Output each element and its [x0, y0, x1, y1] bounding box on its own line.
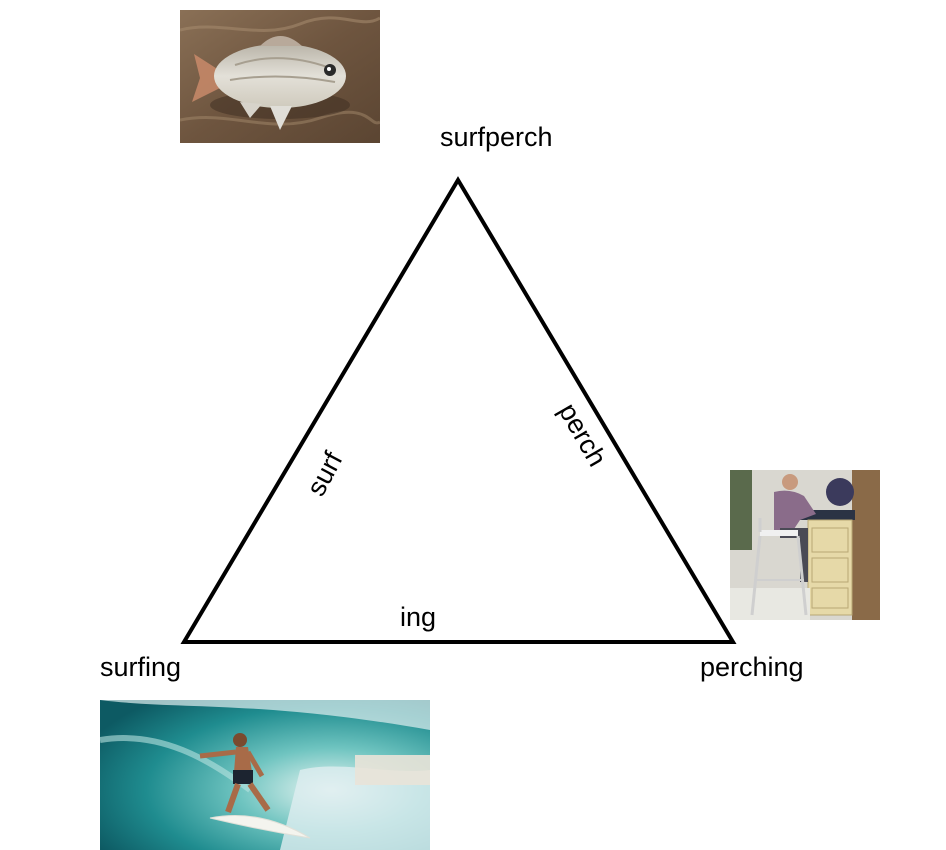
node-label-top: surfperch: [440, 122, 553, 152]
node-label-right: perching: [700, 652, 804, 682]
edge-label-left: surf: [301, 447, 349, 501]
triangle: [180, 176, 737, 644]
edge-label-bottom: ing: [400, 602, 436, 632]
perching-stool-photo: [730, 470, 880, 620]
node-label-left: surfing: [100, 652, 181, 682]
fish-photo: [180, 10, 380, 143]
edge-label-right: perch: [553, 398, 613, 471]
surfer-photo: [100, 700, 430, 850]
